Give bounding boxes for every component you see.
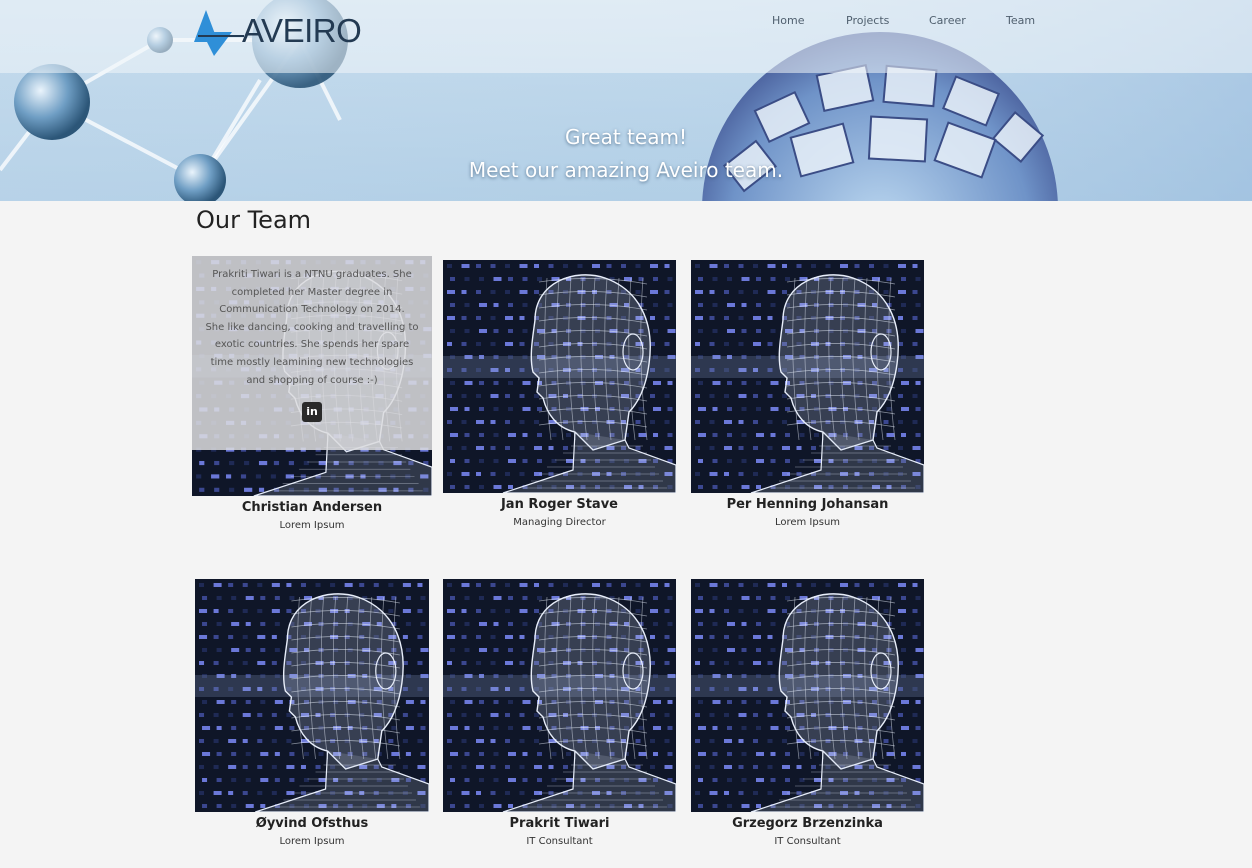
member-role: IT Consultant: [774, 836, 841, 847]
member-role: Lorem Ipsum: [279, 520, 345, 531]
member-photo: [443, 260, 676, 493]
member-role: Lorem Ipsum: [279, 836, 345, 847]
team-member-card[interactable]: Prakriti Tiwari is a NTNU graduates. She…: [192, 256, 432, 536]
member-photo: [195, 579, 429, 812]
wireframe-head-image: [443, 260, 676, 493]
nav-link-team[interactable]: Team: [1006, 14, 1035, 27]
wireframe-head-image: [691, 260, 924, 493]
team-member-card[interactable]: Per Henning Johansan Lorem Ipsum: [691, 260, 924, 535]
wireframe-head-image: [691, 579, 924, 812]
member-bio-overlay: Prakriti Tiwari is a NTNU graduates. She…: [192, 256, 432, 450]
nav-link-career[interactable]: Career: [929, 14, 966, 27]
member-name: Øyvind Ofsthus: [255, 816, 369, 831]
wireframe-head-image: [443, 579, 676, 812]
member-name: Per Henning Johansan: [726, 497, 889, 512]
team-member-card[interactable]: Øyvind Ofsthus Lorem Ipsum: [195, 579, 429, 854]
member-role: Lorem Ipsum: [774, 517, 841, 528]
team-member-card[interactable]: Grzegorz Brzenzinka IT Consultant: [691, 579, 924, 854]
member-bio: Prakriti Tiwari is a NTNU graduates. She…: [205, 269, 419, 386]
team-member-card[interactable]: Prakrit Tiwari IT Consultant: [443, 579, 676, 854]
page-title: Our Team: [196, 206, 312, 234]
nav-link-projects[interactable]: Projects: [846, 14, 889, 27]
hero-subheadline: Meet our amazing Aveiro team.: [468, 158, 784, 182]
member-photo: [443, 579, 676, 812]
member-name: Prakrit Tiwari: [509, 816, 610, 831]
member-photo: [691, 579, 924, 812]
nav-link-home[interactable]: Home: [772, 14, 804, 27]
hero-headline: Great team!: [565, 125, 687, 149]
member-name: Christian Andersen: [241, 500, 383, 515]
member-photo: [691, 260, 924, 493]
wireframe-head-image: [195, 579, 429, 812]
member-role: Managing Director: [513, 517, 606, 528]
header-bar: [0, 0, 1252, 73]
linkedin-icon[interactable]: in: [302, 402, 322, 422]
member-name: Grzegorz Brzenzinka: [732, 816, 883, 831]
hero-banner: AVEIRO Home Projects Career Team Great t…: [0, 0, 1252, 201]
main-nav: Home Projects Career Team: [0, 14, 1252, 30]
member-name: Jan Roger Stave: [500, 497, 619, 512]
team-member-card[interactable]: Jan Roger Stave Managing Director: [443, 260, 676, 535]
member-role: IT Consultant: [526, 836, 593, 847]
